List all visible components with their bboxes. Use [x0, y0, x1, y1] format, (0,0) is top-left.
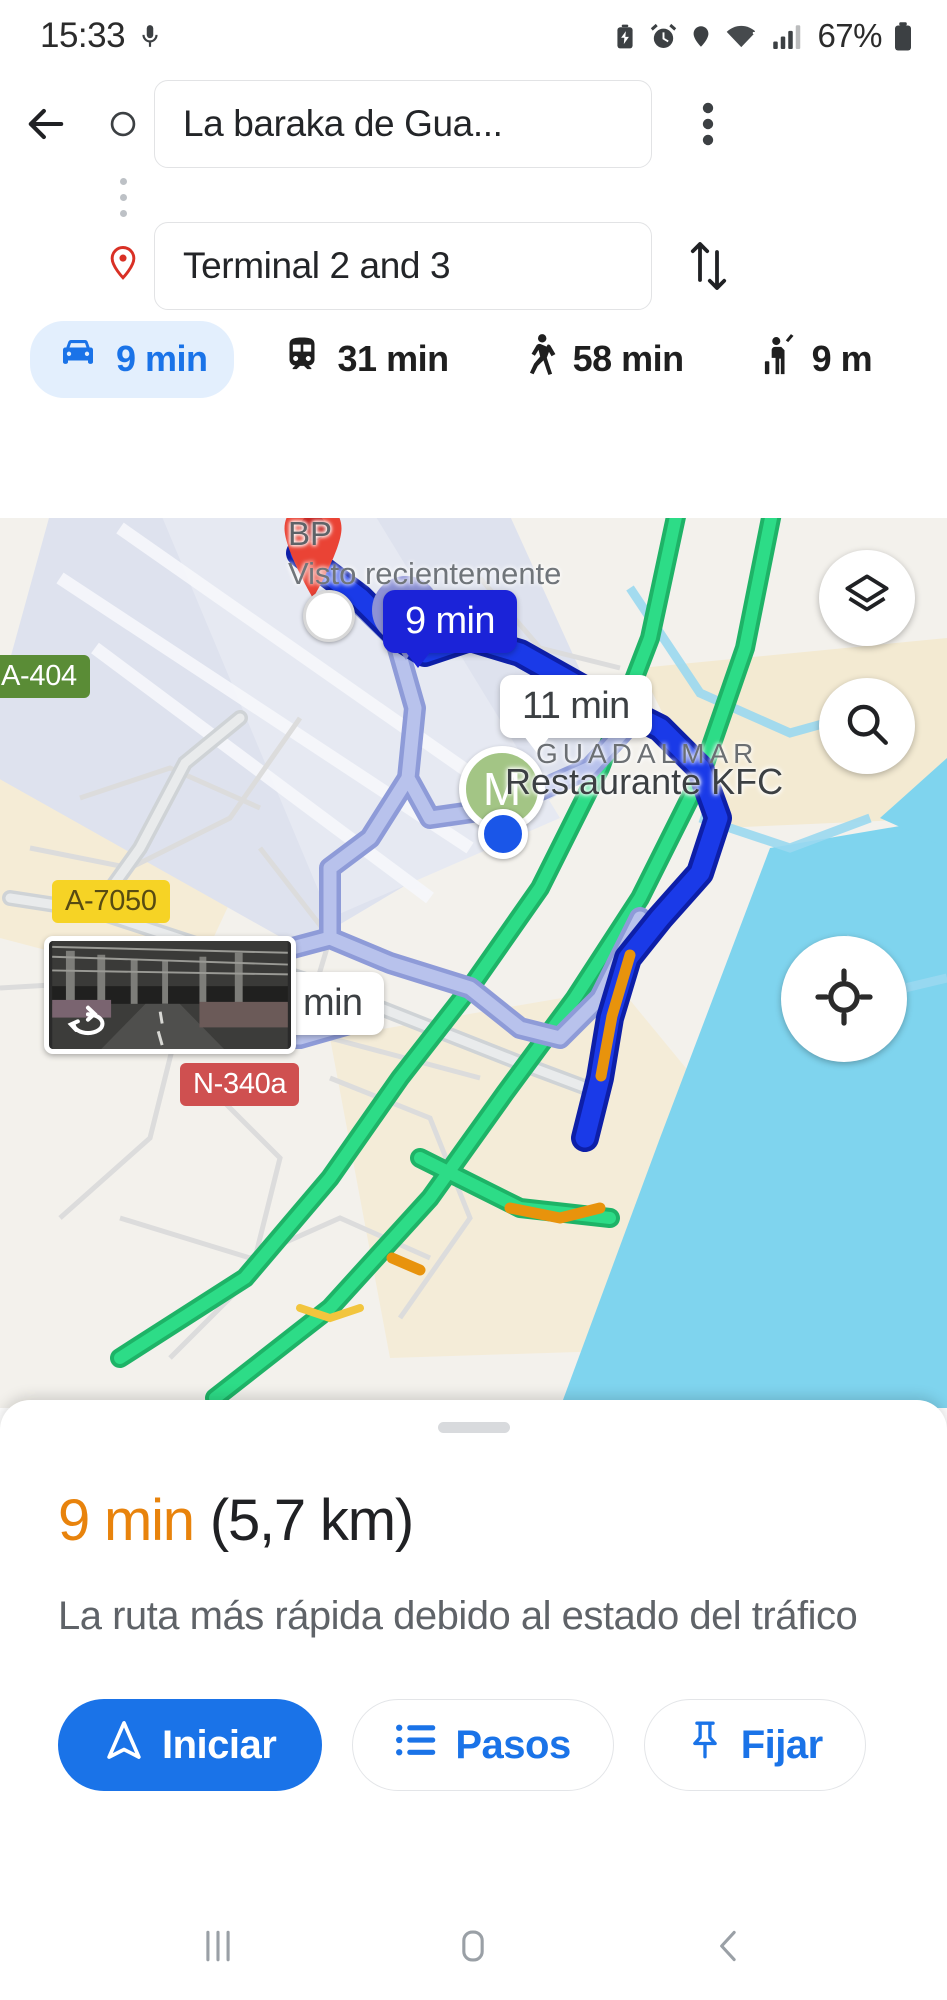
- circle-origin-icon: [92, 108, 154, 140]
- battery-icon: [893, 21, 913, 52]
- route-connector-row: [0, 168, 947, 226]
- back-button-nav[interactable]: [674, 1908, 784, 1988]
- search-icon: [842, 699, 892, 754]
- wifi-icon: [724, 21, 761, 52]
- signal-icon: [772, 21, 802, 52]
- eta-distance: (5,7 km): [209, 1488, 414, 1553]
- walk-icon: [523, 333, 557, 386]
- destination-input[interactable]: Terminal 2 and 3: [154, 222, 652, 310]
- destination-row: Terminal 2 and 3: [0, 222, 947, 310]
- recents-button[interactable]: [163, 1908, 273, 1988]
- pin-label: Fijar: [740, 1722, 823, 1767]
- route-eta: 9 min (5,7 km): [58, 1487, 889, 1554]
- home-button[interactable]: [418, 1908, 528, 1988]
- origin-input[interactable]: La baraka de Gua...: [154, 80, 652, 168]
- route-actions: Iniciar Pasos Fijar: [58, 1699, 889, 1792]
- car-icon: [56, 335, 100, 384]
- map-search-button[interactable]: [819, 678, 915, 774]
- callout-route-alt-1[interactable]: 11 min: [500, 675, 652, 753]
- navigation-arrow-icon: [104, 1718, 144, 1772]
- route-origin-dot: [303, 590, 355, 642]
- location-icon: [689, 21, 713, 52]
- rideshare-icon: [758, 333, 796, 386]
- status-time: 15:33: [40, 16, 126, 55]
- recents-icon: [196, 1923, 240, 1974]
- map-layers-button[interactable]: [819, 550, 915, 646]
- route-dots-connector: [92, 172, 154, 223]
- eta-duration: 9 min: [58, 1488, 195, 1553]
- my-location-crosshair-icon: [814, 967, 874, 1032]
- pin-icon: [687, 1719, 723, 1771]
- tab-transit-label: 31 min: [337, 338, 450, 379]
- alarm-icon: [649, 21, 678, 52]
- route-waypoint-dot: [478, 809, 528, 859]
- destination-pin-icon: [92, 244, 154, 288]
- sheet-drag-handle[interactable]: [437, 1422, 510, 1433]
- status-bar-left: 15:33: [40, 16, 163, 56]
- tab-rideshare-label: 9 m: [811, 338, 873, 379]
- origin-row: La baraka de Gua...: [0, 80, 947, 168]
- steps-button[interactable]: Pasos: [352, 1699, 614, 1792]
- back-button[interactable]: [0, 98, 92, 150]
- pin-button[interactable]: Fijar: [643, 1699, 866, 1792]
- status-bar: 15:33 67%: [0, 0, 947, 72]
- travel-mode-tabs: 9 min 31 min 58 min 9 m: [0, 310, 947, 410]
- android-navigation-bar: [0, 1896, 947, 2000]
- my-location-button[interactable]: [781, 936, 907, 1062]
- callout-route-main[interactable]: 9 min: [383, 590, 517, 668]
- shield-a-7050: A-7050: [52, 880, 170, 923]
- layers-icon: [842, 571, 892, 626]
- route-subtitle: La ruta más rápida debido al estado del …: [58, 1594, 858, 1638]
- battery-percent: 67%: [817, 17, 882, 54]
- map-canvas[interactable]: M 9 min 11 min 10 min BP Visto recientem…: [0, 518, 947, 1408]
- start-navigation-button[interactable]: Iniciar: [58, 1699, 323, 1792]
- tab-transit[interactable]: 31 min: [256, 320, 475, 399]
- tab-walking[interactable]: 58 min: [497, 319, 710, 400]
- streetview-thumbnail[interactable]: [44, 936, 296, 1054]
- mic-icon: [137, 19, 163, 53]
- streetview-rotate-icon: [65, 1005, 111, 1039]
- back-chevron-icon: [707, 1923, 751, 1974]
- tab-rideshare[interactable]: 9 m: [732, 319, 899, 400]
- tab-driving-label: 9 min: [116, 338, 208, 379]
- home-icon: [451, 1923, 495, 1974]
- train-icon: [282, 334, 322, 385]
- tab-walking-label: 58 min: [572, 338, 685, 379]
- shield-a-404: A-404: [0, 655, 90, 698]
- shield-n-340a: N-340a: [180, 1063, 300, 1106]
- overflow-menu-button[interactable]: [656, 100, 760, 148]
- route-header: La baraka de Gua... Terminal 2 and 3: [0, 72, 947, 310]
- steps-label: Pasos: [455, 1722, 571, 1767]
- list-icon: [395, 1722, 437, 1768]
- swap-route-button[interactable]: [656, 236, 760, 296]
- battery-saver-icon: [612, 21, 638, 52]
- poi-marker-initial: M: [482, 763, 522, 815]
- status-bar-right: 67%: [612, 17, 913, 55]
- tab-driving[interactable]: 9 min: [30, 320, 234, 398]
- start-navigation-label: Iniciar: [162, 1722, 277, 1767]
